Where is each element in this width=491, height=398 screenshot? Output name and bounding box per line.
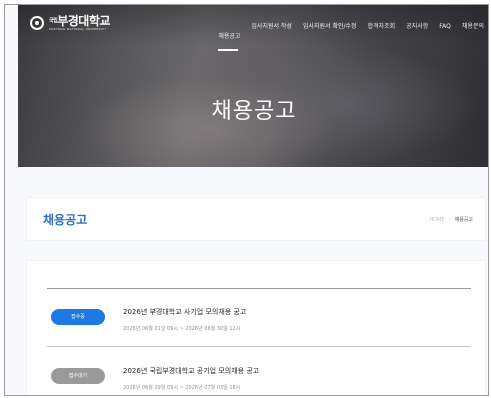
listing-title[interactable]: 2026년 부경대학교 사기업 모의채용 공고	[123, 307, 246, 317]
list-item[interactable]: 접수중 2026년 부경대학교 사기업 모의채용 공고 2026년 06월 01…	[47, 289, 471, 347]
breadcrumb-home[interactable]: HOME	[429, 217, 444, 223]
list-item[interactable]: 접수대기 2026년 국립부경대학교 공기업 모의채용 공고 2026년 06월…	[47, 348, 471, 395]
breadcrumb: HOME › 채용공고	[429, 216, 473, 224]
listing-title[interactable]: 2026년 국립부경대학교 공기업 모의채용 공고	[123, 366, 259, 376]
nav-active-indicator	[218, 49, 239, 51]
main-nav: 채용공고 입사지원서 작성 입사지원서 확인/수정 합격자조회 공지사항 FAQ…	[218, 23, 484, 51]
breadcrumb-current: 채용공고	[454, 217, 473, 223]
logo-subtitle: PUKYONG NATIONAL UNIVERSITY	[49, 27, 107, 31]
nav-item-faq[interactable]: FAQ	[439, 23, 451, 42]
page-title: 채용공고	[43, 213, 88, 227]
job-listing-card: 접수중 2026년 부경대학교 사기업 모의채용 공고 2026년 06월 01…	[26, 260, 486, 395]
nav-item-recruit[interactable]: 채용공고	[218, 23, 240, 51]
hero-title: 채용공고	[211, 99, 297, 124]
nav-item-notice[interactable]: 공지사항	[406, 23, 428, 42]
university-emblem-icon	[30, 16, 44, 30]
listing-period: 2026년 06월 01일 09시 ~ 2026년 06월 30일 11시	[123, 326, 241, 332]
page-frame: 국립부경대학교 PUKYONG NATIONAL UNIVERSITY 채용공고…	[4, 4, 489, 396]
breadcrumb-separator-icon: ›	[448, 216, 451, 223]
logo-name: 국립부경대학교	[49, 14, 110, 28]
nav-item-edit[interactable]: 입사지원서 확인/수정	[303, 23, 357, 42]
nav-item-result[interactable]: 합격자조회	[368, 23, 396, 42]
page-header-card: 채용공고 HOME › 채용공고	[26, 197, 486, 241]
listing-period: 2026년 06월 29일 09시 ~ 2026년 07월 03일 18시	[123, 385, 241, 391]
university-logo[interactable]: 국립부경대학교 PUKYONG NATIONAL UNIVERSITY	[30, 15, 110, 31]
status-badge: 접수대기	[51, 368, 105, 384]
nav-item-contact[interactable]: 채용문의	[462, 23, 484, 42]
status-badge: 접수중	[51, 309, 105, 325]
row-divider	[47, 346, 471, 347]
hero-banner: 국립부경대학교 PUKYONG NATIONAL UNIVERSITY 채용공고…	[18, 5, 488, 167]
nav-item-apply[interactable]: 입사지원서 작성	[251, 23, 292, 42]
